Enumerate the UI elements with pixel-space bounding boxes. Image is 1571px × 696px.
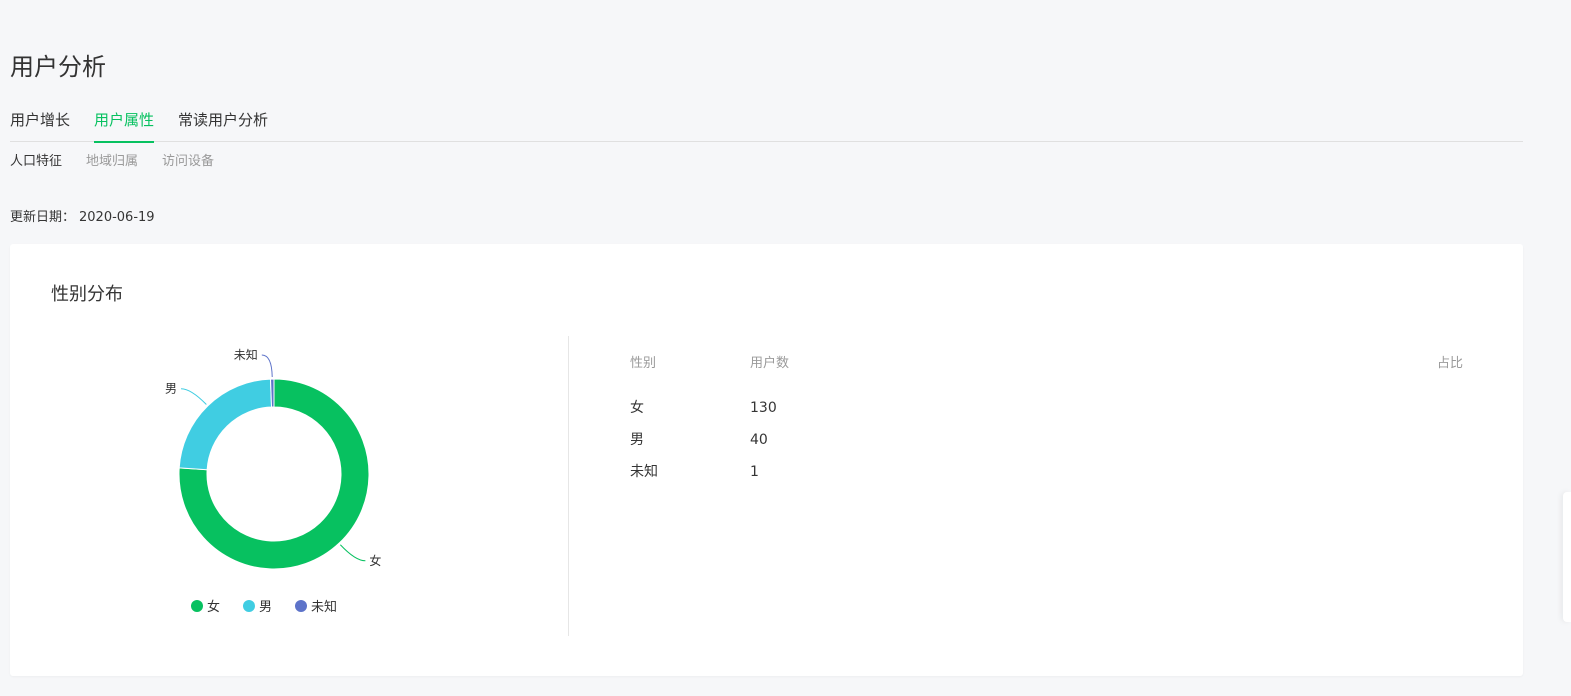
tab-user-attributes[interactable]: 用户属性 bbox=[94, 108, 155, 143]
leader-line-female bbox=[339, 544, 366, 562]
subtab-device[interactable]: 访问设备 bbox=[162, 152, 214, 172]
leader-line-male bbox=[180, 388, 207, 405]
legend-marker-female[interactable] bbox=[191, 600, 203, 612]
legend-label-female[interactable]: 女 bbox=[207, 599, 220, 615]
slice-label-male: 男 bbox=[165, 382, 177, 396]
legend-label-unknown[interactable]: 未知 bbox=[311, 599, 337, 615]
slice-label-unknown: 未知 bbox=[234, 348, 258, 362]
card-title: 性别分布 bbox=[51, 284, 123, 305]
cell-gender: 女 bbox=[630, 400, 644, 416]
table-row: 女 130 bbox=[630, 398, 1463, 430]
cell-gender: 男 bbox=[630, 432, 644, 448]
gender-table: 性别 用户数 占比 女 130 男 40 未知 1 bbox=[630, 352, 1463, 494]
header-ratio: 占比 bbox=[1436, 356, 1463, 371]
sub-tabs: 人口特征 地域归属 访问设备 bbox=[10, 152, 214, 172]
table-row: 未知 1 bbox=[630, 462, 1463, 494]
update-date-label: 更新日期： bbox=[10, 210, 76, 225]
gender-distribution-card: 性别分布 女男未知女男未知 性别 用户数 占比 女 130 男 40 未知 1 bbox=[10, 244, 1523, 676]
main-tabs: 用户增长 用户属性 常读用户分析 bbox=[10, 108, 1523, 143]
header-users: 用户数 bbox=[750, 356, 790, 371]
cell-users: 130 bbox=[750, 400, 777, 416]
leader-line-unknown bbox=[261, 354, 273, 378]
subtab-demographics[interactable]: 人口特征 bbox=[10, 152, 62, 172]
donut-svg: 女男未知女男未知 bbox=[165, 348, 381, 615]
slice-label-female: 女 bbox=[369, 553, 381, 568]
tab-frequent-reader-analysis[interactable]: 常读用户分析 bbox=[178, 108, 268, 142]
cell-users: 40 bbox=[750, 432, 768, 448]
cell-users: 1 bbox=[750, 464, 759, 480]
update-date: 更新日期： 2020-06-19 bbox=[10, 208, 155, 228]
tab-user-growth[interactable]: 用户增长 bbox=[10, 108, 70, 142]
page-title: 用户分析 bbox=[10, 53, 106, 81]
subtab-region[interactable]: 地域归属 bbox=[86, 152, 138, 172]
side-panel-edge[interactable] bbox=[1563, 492, 1571, 622]
table-header: 性别 用户数 占比 bbox=[630, 352, 1463, 378]
table-body: 女 130 男 40 未知 1 bbox=[630, 398, 1463, 494]
legend-marker-unknown[interactable] bbox=[295, 600, 307, 612]
update-date-value: 2020-06-19 bbox=[79, 210, 155, 225]
legend-marker-male[interactable] bbox=[243, 600, 255, 612]
gender-donut-chart: 女男未知女男未知 bbox=[10, 336, 568, 636]
vertical-divider bbox=[568, 336, 569, 636]
table-row: 男 40 bbox=[630, 430, 1463, 462]
header-gender: 性别 bbox=[630, 356, 657, 371]
cell-gender: 未知 bbox=[630, 464, 658, 480]
legend-label-male[interactable]: 男 bbox=[259, 600, 272, 615]
donut-slice-unknown[interactable] bbox=[269, 378, 275, 408]
